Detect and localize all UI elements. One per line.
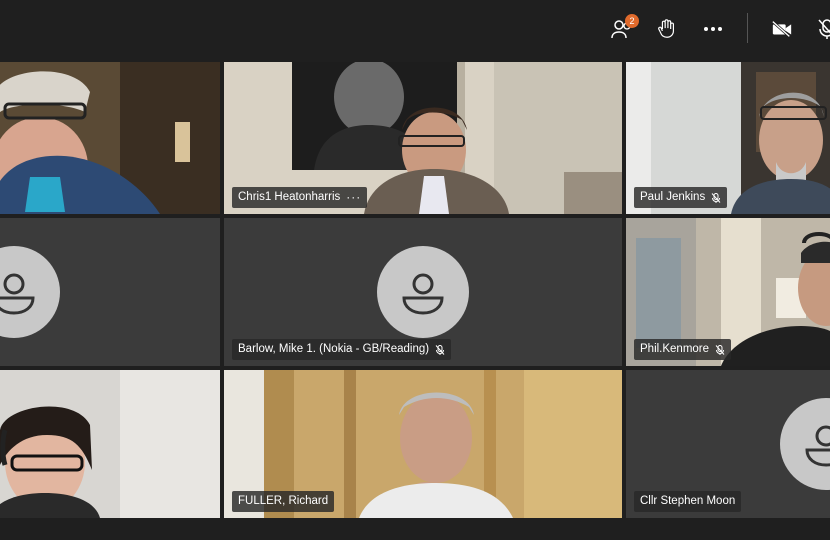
participant-tile[interactable]: Phil.Kenmore — [626, 218, 830, 366]
participant-name-label: Cllr Stephen Moon — [634, 491, 742, 512]
mic-muted-icon — [715, 344, 725, 355]
participant-name: Cllr Stephen Moon — [640, 495, 736, 507]
person-icon — [805, 425, 830, 467]
video-grid: Chris1 Heatonharris ··· Paul Jenkins Bar… — [0, 0, 830, 540]
avatar — [780, 398, 830, 490]
participant-tile[interactable] — [0, 62, 220, 214]
participant-tile[interactable]: Chris1 Heatonharris ··· — [224, 62, 622, 214]
participant-tile[interactable]: Barlow, Mike 1. (Nokia - GB/Reading) — [224, 218, 622, 366]
participant-video — [0, 62, 220, 214]
avatar — [0, 246, 60, 338]
participant-name-label: Phil.Kenmore — [634, 339, 732, 360]
participant-tile[interactable]: FULLER, Richard — [224, 370, 622, 518]
more-options-icon[interactable]: ··· — [346, 187, 361, 208]
participant-video — [0, 370, 220, 518]
participant-tile[interactable]: Paul Jenkins — [626, 62, 830, 214]
participant-name-label: Barlow, Mike 1. (Nokia - GB/Reading) — [232, 339, 452, 360]
participant-name: Barlow, Mike 1. (Nokia - GB/Reading) — [238, 343, 430, 355]
mic-muted-icon — [435, 344, 445, 355]
participant-tile[interactable] — [0, 218, 220, 366]
participant-name-label: Paul Jenkins — [634, 187, 728, 208]
participant-name-label: FULLER, Richard — [232, 491, 335, 512]
participant-tile[interactable]: Cllr Stephen Moon — [626, 370, 830, 518]
avatar — [377, 246, 469, 338]
participant-name: FULLER, Richard — [238, 495, 329, 507]
mic-muted-icon — [711, 192, 721, 203]
participant-name: Phil.Kenmore — [640, 343, 710, 355]
participant-tile[interactable] — [0, 370, 220, 518]
participant-name: Chris1 Heatonharris — [238, 191, 341, 203]
participant-name-label: Chris1 Heatonharris ··· — [232, 187, 368, 208]
person-icon — [0, 273, 35, 315]
person-icon — [402, 273, 444, 315]
participant-name: Paul Jenkins — [640, 191, 706, 203]
